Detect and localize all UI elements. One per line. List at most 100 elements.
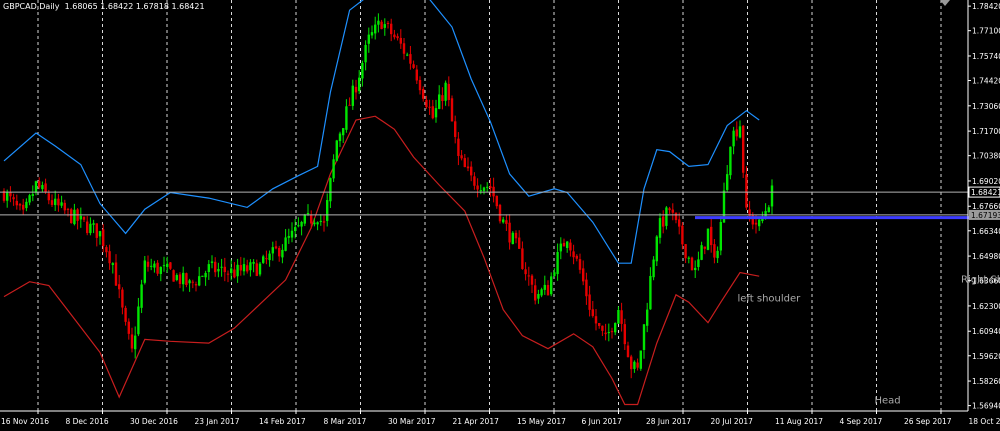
y-tick-label: 1.63660 [972,277,1000,286]
candle-body [57,198,60,206]
candle-body [306,213,310,215]
candle-body [658,218,662,238]
candle-body [671,209,674,213]
x-tick-label: 30 Mar 2017 [388,417,436,426]
candle-body [367,34,370,44]
y-tick-label: 1.74420 [972,77,1000,86]
candle-body [342,128,345,136]
y-tick-label: 1.69020 [972,177,1000,186]
candle-body [591,309,594,316]
candle-body [425,99,428,108]
candle-body [86,221,89,234]
x-tick-label: 20 Jul 2017 [711,417,754,426]
x-tick-label: 16 Nov 2016 [1,417,49,426]
candle-body [434,108,438,118]
candle-body [594,316,598,324]
candle-body [399,37,402,44]
candle-body [6,192,9,201]
x-tick-label: 23 Jan 2017 [195,417,240,426]
x-tick-label: 28 Jun 2017 [646,417,691,426]
x-tick-label: 14 Feb 2017 [259,417,306,426]
candle-body [546,285,550,296]
candle-body [207,264,210,272]
candle-body [198,276,201,286]
x-tick-label: 11 Aug 2017 [775,417,823,426]
candle-body [236,264,239,277]
candle-body [79,215,82,220]
y-tick-label: 1.71700 [972,127,1000,136]
candle-body [271,247,274,254]
candle-body [422,88,425,99]
y-tick-label: 1.60940 [972,327,1000,336]
candle-body [508,222,511,243]
candle-body [473,176,476,186]
y-tick-label: 1.59620 [972,352,1000,361]
candle-body [246,265,249,272]
candle-body [95,223,98,238]
candle-body [262,256,265,263]
candle-body [527,275,530,277]
candle-body [703,246,706,249]
candle-body [290,230,294,238]
candle-body [162,265,166,267]
candle-body [265,258,268,260]
candle-body [639,350,642,369]
candle-body [361,62,364,79]
candle-body [226,273,230,275]
candle-body [729,146,732,176]
candle-body [134,335,137,350]
candle-body [118,284,121,290]
candle-body [409,54,412,64]
candle-body [22,204,25,210]
candle-body [735,129,738,137]
candle-body [745,174,748,208]
candle-body [463,158,466,168]
candle-body [518,237,521,249]
y-tick-label: 1.67660 [972,202,1000,211]
candle-body [230,268,233,274]
candle-body [82,216,86,220]
candle-body [492,186,495,197]
candle-body [220,266,223,268]
candle-body [454,121,457,137]
candle-body [687,257,690,259]
candle-body [636,362,639,368]
candle-body [697,259,700,268]
candle-body [348,104,351,106]
price-label-text: 1.67193 [971,211,1000,220]
candle-body [706,228,710,250]
candle-body [444,82,447,101]
candle-body [758,219,761,227]
candle-body [169,262,172,269]
candle-body [406,54,409,56]
candle-body [233,269,236,278]
candle-body [92,223,95,225]
x-tick-label: 8 Dec 2016 [66,417,109,426]
candle-body [153,263,156,268]
candle-body [377,20,380,25]
candle-body [38,181,41,188]
candle-body [620,310,623,324]
candle-body [354,86,358,93]
candle-body [652,259,655,278]
candle-body [172,270,175,282]
candle-body [41,185,44,190]
candle-body [18,204,22,206]
candle-body [358,77,361,92]
candle-body [326,200,329,221]
y-tick-label: 1.70380 [972,152,1000,161]
candle-body [466,166,470,169]
candle-body [559,243,562,252]
candle-body [479,190,482,192]
candle-body [383,24,386,28]
candle-body [655,236,658,262]
candle-body [514,232,518,239]
x-tick-label: 21 Apr 2017 [453,417,500,426]
candle-body [28,195,31,203]
candle-body [662,216,665,227]
candle-body [534,285,537,301]
candle-body [294,227,297,232]
candle-body [111,263,114,265]
price-chart[interactable]: left shoulderHeadRight Shoulder 1.784201… [0,0,1000,431]
candle-body [700,245,703,260]
